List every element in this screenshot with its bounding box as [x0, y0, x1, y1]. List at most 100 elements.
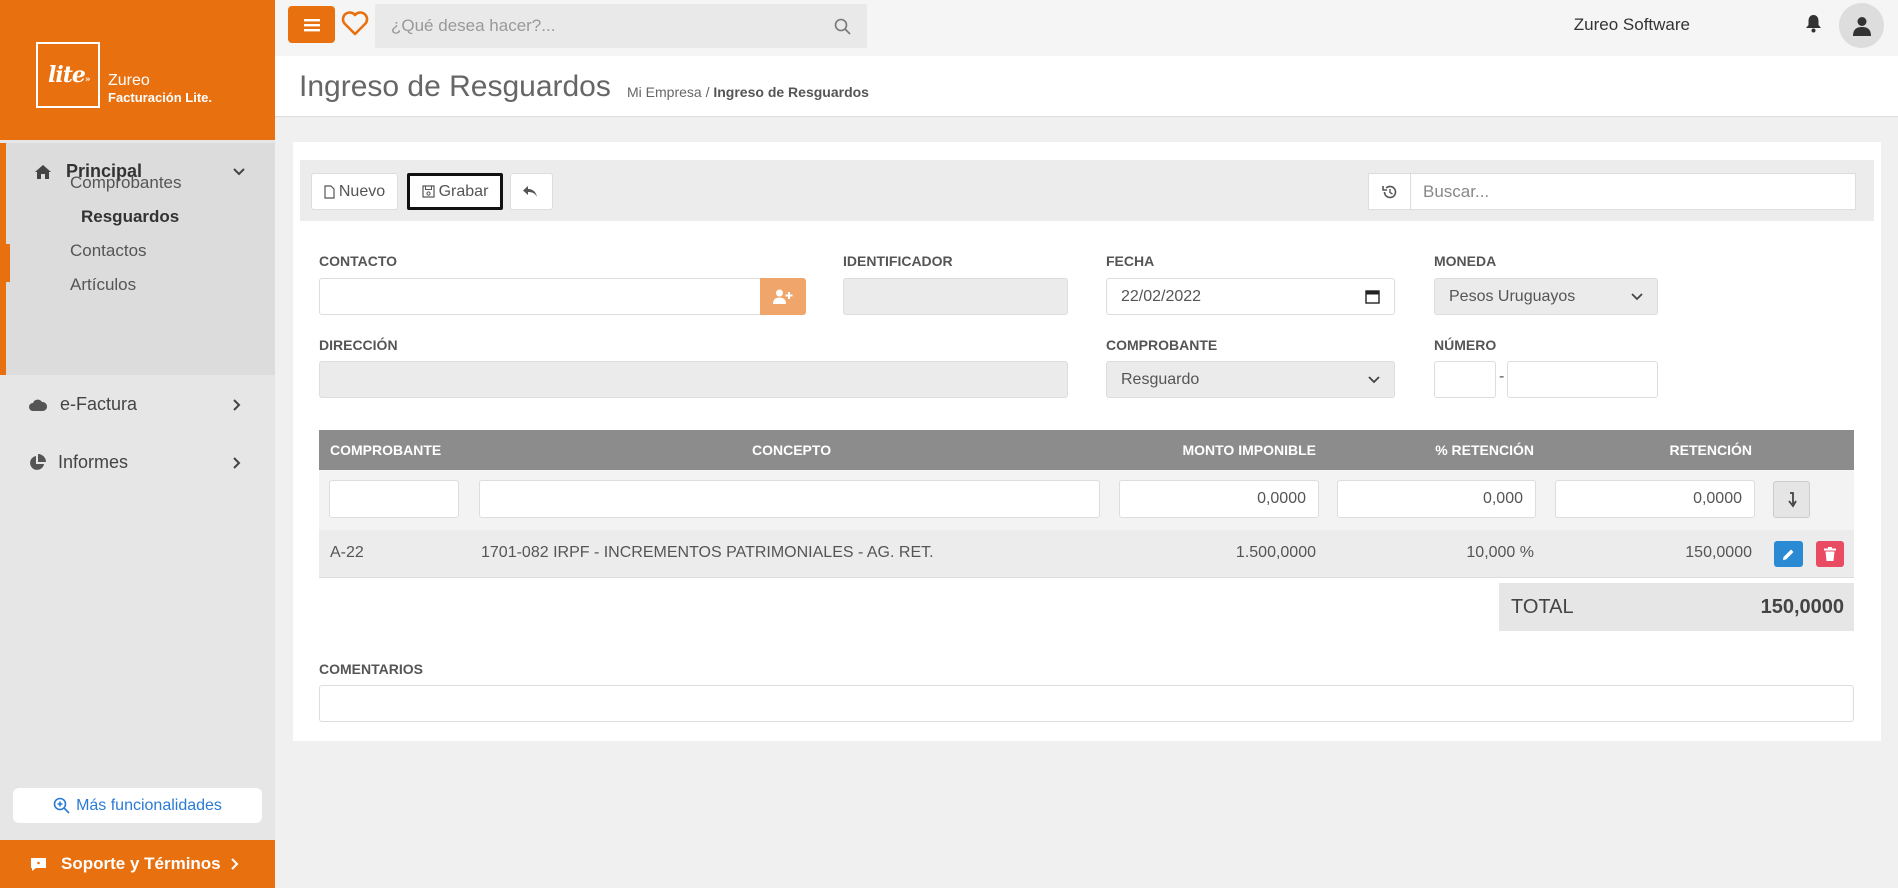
brand-header: lite» Zureo Facturación Lite. [0, 0, 275, 140]
support-terms-button[interactable]: Soporte y Términos [0, 840, 275, 888]
chat-icon [31, 857, 46, 871]
new-label: Nuevo [338, 182, 386, 200]
numero-separator: - [1499, 368, 1505, 385]
table-row[interactable]: A-22 1701-082 IRPF - INCREMENTOS PATRIMO… [319, 530, 1854, 578]
user-name[interactable]: Zureo Software [1574, 15, 1690, 35]
col-pct: % RETENCIÓN [1435, 442, 1534, 458]
user-icon [1852, 16, 1871, 36]
comprobante-label: COMPROBANTE [1106, 337, 1218, 353]
add-contact-button[interactable] [760, 278, 806, 315]
identificador-field [843, 278, 1068, 315]
chevron-down-icon [233, 167, 245, 175]
comentarios-field[interactable] [319, 685, 1854, 722]
cloud-icon [29, 399, 48, 411]
user-plus-icon [773, 289, 793, 304]
menu-toggle-button[interactable] [288, 6, 335, 43]
support-label: Soporte y Términos [61, 854, 221, 873]
sidebar-item-articulos[interactable]: Artículos [70, 275, 136, 295]
chevron-down-icon [1631, 292, 1643, 300]
fecha-label: FECHA [1106, 253, 1155, 269]
identificador-label: IDENTIFICADOR [843, 253, 953, 269]
save-button[interactable]: Grabar [407, 173, 503, 210]
sidebar-informes-label: Informes [58, 452, 129, 472]
total-box: TOTAL 150,0000 [1499, 583, 1854, 631]
arrow-down-icon [1787, 491, 1797, 508]
comprobante-select[interactable]: Resguardo [1106, 361, 1395, 398]
more-features-label: Más funcionalidades [76, 796, 222, 814]
sidebar-item-informes[interactable]: Informes [28, 452, 253, 473]
active-indicator [0, 244, 10, 282]
direccion-label: DIRECCIÓN [319, 337, 398, 353]
save-icon [421, 185, 435, 198]
brand-text: Zureo Facturación Lite. [108, 72, 212, 106]
comentarios-label: COMENTARIOS [319, 661, 423, 677]
page-header: Ingreso de Resguardos Mi Empresa / Ingre… [275, 56, 1898, 117]
trash-icon [1824, 547, 1836, 561]
file-icon [324, 184, 335, 199]
nav-principal-section: Principal Comprobantes Resguardos Contac… [0, 143, 275, 375]
main-card: Nuevo Grabar CONTACTO IDENTIFICADOR FECH… [293, 142, 1881, 741]
input-pct[interactable]: 0,000 [1337, 480, 1536, 518]
delete-row-button[interactable] [1816, 541, 1844, 567]
brand-name: Zureo [108, 72, 150, 89]
sidebar-item-comprobantes[interactable]: Comprobantes [70, 173, 182, 193]
table-header: COMPROBANTE CONCEPTO MONTO IMPONIBLE % R… [319, 430, 1854, 470]
contacto-label: CONTACTO [319, 253, 398, 269]
breadcrumb-separator: / [705, 84, 710, 100]
edit-row-button[interactable] [1774, 541, 1803, 567]
calendar-icon[interactable] [1365, 289, 1380, 304]
pie-chart-icon [30, 453, 46, 470]
fecha-value: 22/02/2022 [1121, 287, 1202, 305]
global-search-input[interactable] [391, 16, 834, 36]
bell-icon[interactable] [1805, 14, 1822, 33]
fecha-field[interactable]: 22/02/2022 [1106, 278, 1395, 315]
reply-icon [522, 186, 537, 197]
topbar: Zureo Software [275, 0, 1898, 56]
col-monto: MONTO IMPONIBLE [1182, 442, 1316, 458]
chevron-right-icon [233, 398, 241, 411]
row-concepto: 1701-082 IRPF - INCREMENTOS PATRIMONIALE… [481, 544, 934, 561]
direccion-field [319, 361, 1068, 398]
sidebar-efactura-label: e-Factura [60, 394, 138, 414]
moneda-select[interactable]: Pesos Uruguayos [1434, 278, 1658, 315]
back-button[interactable] [510, 173, 553, 210]
heart-icon[interactable] [341, 10, 369, 36]
pencil-icon [1783, 549, 1794, 560]
logo-mark: » [84, 75, 91, 85]
sidebar-item-contactos[interactable]: Contactos [70, 241, 147, 261]
input-monto[interactable]: 0,0000 [1119, 480, 1319, 518]
numero-serie-field[interactable] [1434, 361, 1496, 398]
numero-label: NÚMERO [1434, 337, 1497, 353]
input-retencion[interactable]: 0,0000 [1555, 480, 1755, 518]
col-concepto: CONCEPTO [752, 442, 832, 458]
zoom-in-icon [53, 797, 70, 814]
breadcrumb-current: Ingreso de Resguardos [713, 84, 869, 100]
toolbar-search-input[interactable] [1411, 174, 1855, 209]
save-label: Grabar [438, 182, 489, 200]
input-concepto[interactable] [479, 480, 1100, 518]
page-title: Ingreso de Resguardos [299, 70, 611, 103]
more-features-button[interactable]: Más funcionalidades [13, 788, 262, 823]
contacto-field[interactable] [319, 278, 761, 315]
brand-product: Facturación Lite. [108, 90, 213, 105]
chevron-right-icon [231, 858, 239, 870]
sidebar-item-resguardos[interactable]: Resguardos [81, 207, 179, 227]
new-button[interactable]: Nuevo [311, 173, 398, 210]
logo-text: lite [48, 62, 86, 88]
brand-logo[interactable]: lite» [36, 42, 100, 108]
col-comprobante: COMPROBANTE [330, 442, 442, 458]
avatar[interactable] [1839, 3, 1884, 48]
history-button[interactable] [1369, 174, 1411, 209]
toolbar-search[interactable] [1368, 173, 1856, 210]
total-value: 150,0000 [1760, 596, 1844, 618]
global-search[interactable] [375, 4, 867, 48]
numero-field[interactable] [1507, 361, 1658, 398]
hamburger-icon [303, 18, 320, 31]
breadcrumb: Mi Empresa / Ingreso de Resguardos [627, 84, 869, 100]
breadcrumb-root[interactable]: Mi Empresa [627, 84, 702, 100]
search-icon[interactable] [834, 18, 851, 35]
row-retencion: 150,0000 [1685, 544, 1752, 561]
input-comprobante[interactable] [329, 480, 459, 518]
add-row-button[interactable] [1773, 481, 1810, 518]
sidebar-item-efactura[interactable]: e-Factura [28, 394, 253, 415]
